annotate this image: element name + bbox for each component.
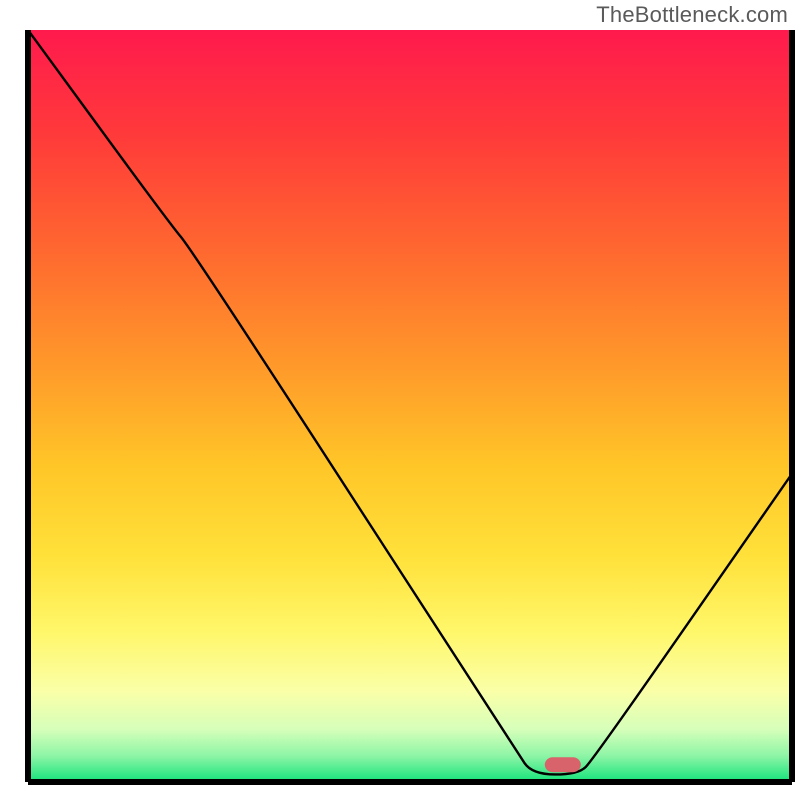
attribution-label: TheBottleneck.com bbox=[596, 2, 788, 28]
bottleneck-chart bbox=[0, 0, 800, 800]
optimum-marker bbox=[545, 757, 581, 772]
plot-gradient-background bbox=[28, 30, 792, 782]
chart-frame: TheBottleneck.com bbox=[0, 0, 800, 800]
